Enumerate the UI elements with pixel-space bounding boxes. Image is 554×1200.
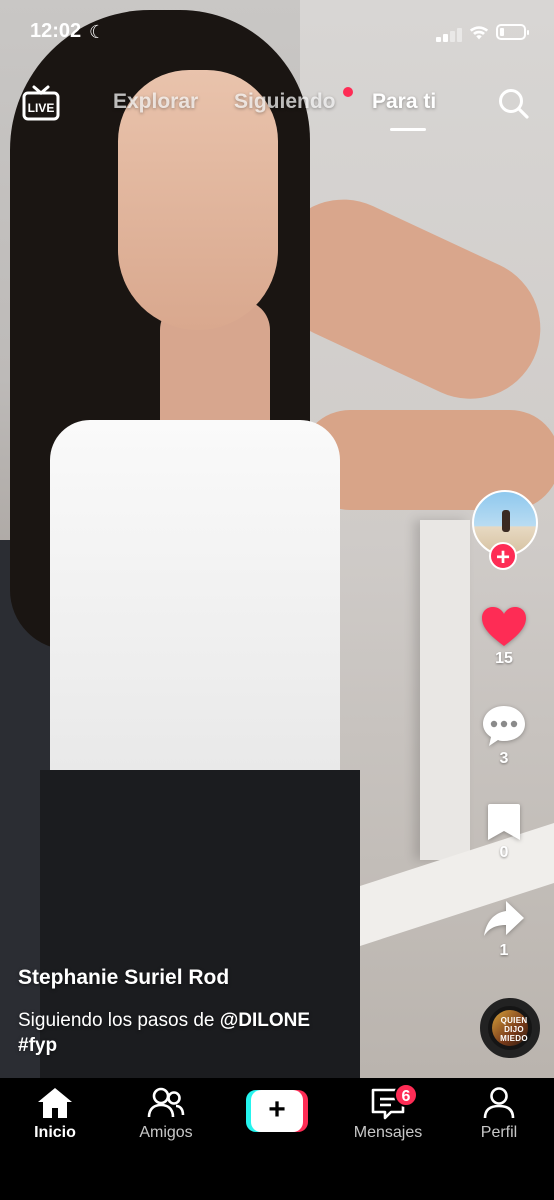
- status-bar: 12:02 ☾: [0, 0, 554, 66]
- comment-button[interactable]: 3: [474, 704, 534, 768]
- like-button[interactable]: 15: [474, 606, 534, 668]
- new-content-dot: [343, 87, 353, 97]
- active-tab-indicator: [390, 128, 426, 131]
- status-time: 12:02: [30, 20, 82, 42]
- save-count: 0: [499, 844, 509, 861]
- friends-icon: [147, 1087, 185, 1118]
- home-icon: [38, 1088, 72, 1118]
- comment-count: 3: [499, 750, 509, 767]
- video-white-top: [50, 420, 340, 790]
- cellular-signal-icon: [436, 26, 464, 42]
- live-tv-icon[interactable]: LIVE: [22, 84, 60, 122]
- wifi-icon: [469, 26, 489, 40]
- video-player[interactable]: [0, 0, 554, 1078]
- battery-icon: [496, 24, 529, 40]
- like-count: 15: [495, 650, 513, 667]
- nav-label-amigos: Amigos: [139, 1124, 193, 1141]
- message-count-badge: 6: [394, 1083, 418, 1107]
- nav-label-mensajes: Mensajes: [353, 1124, 423, 1141]
- hashtag-link[interactable]: #fyp: [18, 1035, 57, 1056]
- share-count: 1: [499, 942, 509, 959]
- moon-icon: ☾: [89, 22, 106, 42]
- nav-label-perfil: Perfil: [480, 1124, 518, 1141]
- music-disc-button[interactable]: QUIEN DIJO MIEDO: [480, 998, 540, 1058]
- tab-siguiendo[interactable]: Siguiendo: [234, 90, 336, 114]
- search-icon[interactable]: [496, 86, 530, 120]
- nav-perfil[interactable]: Perfil: [454, 1086, 544, 1142]
- live-label: LIVE: [28, 101, 55, 115]
- create-button[interactable]: +: [246, 1090, 308, 1132]
- bottom-navigation: Inicio Amigos + Mensajes 6 Perfil: [0, 1078, 554, 1200]
- nav-mensajes[interactable]: Mensajes: [343, 1086, 433, 1142]
- nav-label-inicio: Inicio: [34, 1124, 76, 1141]
- top-navigation: LIVE Explorar Siguiendo Para ti: [0, 84, 554, 131]
- video-description: Siguiendo los pasos de @DILONE #fyp: [18, 1008, 458, 1058]
- description-text: Siguiendo los pasos de: [18, 1010, 220, 1031]
- follow-plus-icon[interactable]: +: [489, 542, 517, 571]
- profile-icon: [483, 1087, 515, 1119]
- nav-inicio[interactable]: Inicio: [10, 1086, 100, 1142]
- share-button[interactable]: 1: [474, 898, 534, 960]
- heart-icon: [482, 607, 526, 646]
- share-arrow-icon: [484, 901, 524, 936]
- nav-amigos[interactable]: Amigos: [121, 1086, 211, 1142]
- music-cover-text: QUIEN DIJO MIEDO: [500, 1016, 528, 1043]
- tab-para-ti[interactable]: Para ti: [372, 90, 436, 114]
- mention-link[interactable]: @DILONE: [220, 1010, 310, 1031]
- video-caption: Stephanie Suriel Rod Siguiendo los pasos…: [18, 966, 458, 1058]
- save-button[interactable]: 0: [474, 802, 534, 862]
- creator-avatar-button[interactable]: +: [472, 490, 538, 574]
- creator-username[interactable]: Stephanie Suriel Rod: [18, 966, 458, 990]
- music-cover-art: QUIEN DIJO MIEDO: [492, 1010, 528, 1046]
- bookmark-icon: [488, 804, 520, 840]
- comment-icon: [483, 706, 525, 746]
- create-icon: +: [251, 1090, 303, 1132]
- video-doorframe: [420, 520, 470, 860]
- tab-explorar[interactable]: Explorar: [113, 90, 198, 114]
